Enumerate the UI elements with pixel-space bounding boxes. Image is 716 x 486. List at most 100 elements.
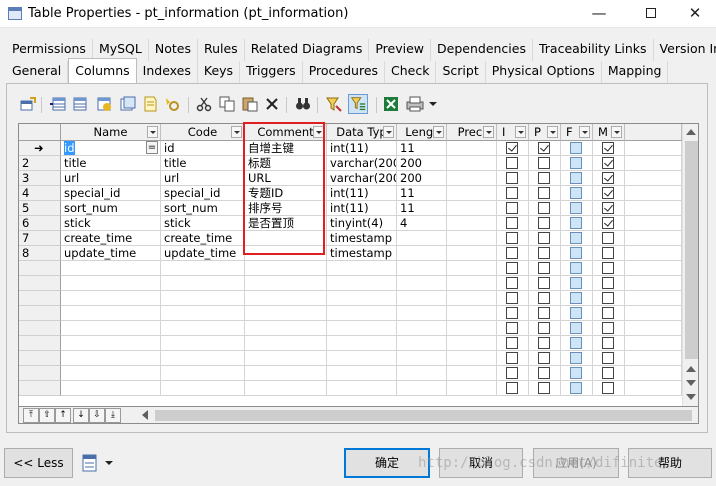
checkbox-f[interactable] — [570, 382, 582, 394]
cell-code[interactable]: special_id — [161, 186, 245, 201]
cell-precision[interactable] — [447, 231, 497, 246]
tab-rules[interactable]: Rules — [198, 39, 245, 61]
column-header-m[interactable]: M — [593, 124, 625, 141]
checkbox-p[interactable] — [538, 337, 550, 349]
row-header[interactable]: 4 — [19, 186, 61, 201]
customize-columns-icon[interactable] — [348, 94, 368, 114]
tab-preview[interactable]: Preview — [369, 39, 432, 61]
checkbox-p[interactable] — [538, 292, 550, 304]
vertical-scroll-thumb[interactable] — [685, 141, 698, 359]
tab-columns[interactable]: Columns — [68, 58, 137, 83]
move-top-button[interactable]: ⤒ — [23, 408, 39, 423]
checkbox-m[interactable] — [602, 172, 614, 184]
options-menu[interactable] — [82, 454, 114, 472]
apply-button[interactable]: 应用(A) — [533, 448, 619, 478]
grid-corner[interactable] — [19, 124, 61, 141]
properties-icon[interactable] — [20, 96, 36, 112]
close-button[interactable]: ✕ — [672, 0, 716, 28]
cell-precision[interactable] — [447, 246, 497, 261]
cell-name[interactable]: update_time — [61, 246, 161, 261]
cell-type[interactable]: varchar(200) — [327, 171, 397, 186]
checkbox-i[interactable] — [506, 307, 518, 319]
find-icon[interactable] — [295, 96, 311, 112]
chevron-down-icon[interactable] — [433, 126, 444, 138]
cell-comment[interactable]: 专题ID — [245, 186, 327, 201]
checkbox-i[interactable] — [506, 232, 518, 244]
cell-length[interactable]: 4 — [397, 216, 447, 231]
cell-name[interactable]: id = — [61, 141, 161, 156]
move-bottom-button[interactable]: ⤓ — [105, 408, 121, 423]
row-header[interactable] — [19, 381, 61, 396]
cell-name[interactable]: create_time — [61, 231, 161, 246]
checkbox-i[interactable] — [506, 157, 518, 169]
scroll-left-icon[interactable] — [142, 410, 148, 420]
cell-blank[interactable] — [625, 246, 682, 261]
checkbox-m[interactable] — [602, 352, 614, 364]
cell-comment[interactable]: 自增主键 — [245, 141, 327, 156]
row-header[interactable] — [19, 306, 61, 321]
ok-button[interactable]: 确定 — [344, 448, 430, 478]
checkbox-f[interactable] — [570, 262, 582, 274]
checkbox-p[interactable] — [538, 187, 550, 199]
less-button[interactable]: << Less — [4, 448, 73, 478]
reuse-icon[interactable] — [142, 96, 158, 112]
chevron-down-icon[interactable] — [383, 126, 394, 138]
cell-code[interactable]: id — [161, 141, 245, 156]
tab-version-info[interactable]: Version Info — [654, 39, 716, 61]
cell-name[interactable]: url — [61, 171, 161, 186]
replicate-icon[interactable] — [120, 96, 136, 112]
checkbox-m[interactable] — [602, 217, 614, 229]
checkbox-m[interactable] — [602, 382, 614, 394]
cell-name[interactable]: title — [61, 156, 161, 171]
cell-code[interactable]: stick — [161, 216, 245, 231]
row-header[interactable] — [19, 291, 61, 306]
cell-length[interactable]: 200 — [397, 171, 447, 186]
cell-precision[interactable] — [447, 201, 497, 216]
cell-blank[interactable] — [625, 186, 682, 201]
cell-comment[interactable]: 是否置顶 — [245, 216, 327, 231]
move-down-page-button[interactable]: ⇩ — [89, 408, 105, 423]
row-header[interactable] — [19, 336, 61, 351]
cell-precision[interactable] — [447, 186, 497, 201]
checkbox-p[interactable] — [538, 247, 550, 259]
checkbox-m[interactable] — [602, 307, 614, 319]
row-header[interactable]: 8 — [19, 246, 61, 261]
tab-dependencies[interactable]: Dependencies — [431, 39, 533, 61]
chevron-down-icon[interactable] — [515, 126, 526, 138]
cell-length[interactable] — [397, 246, 447, 261]
checkbox-p[interactable] — [538, 232, 550, 244]
cell-blank[interactable] — [625, 156, 682, 171]
tab-traceability-links[interactable]: Traceability Links — [533, 39, 654, 61]
tab-related-diagrams[interactable]: Related Diagrams — [245, 39, 370, 61]
checkbox-m[interactable] — [602, 337, 614, 349]
print-dropdown-icon[interactable] — [428, 96, 438, 112]
checkbox-m[interactable] — [602, 232, 614, 244]
checkbox-f[interactable] — [570, 202, 582, 214]
checkbox-m[interactable] — [602, 292, 614, 304]
name-edit-input[interactable]: id — [64, 141, 75, 155]
cell-length[interactable]: 11 — [397, 201, 447, 216]
horizontal-scroll-thumb[interactable] — [155, 410, 692, 421]
checkbox-f[interactable] — [570, 247, 582, 259]
chevron-down-icon[interactable] — [547, 126, 558, 138]
checkbox-f[interactable] — [570, 352, 582, 364]
checkbox-p[interactable] — [538, 382, 550, 394]
cell-name[interactable]: stick — [61, 216, 161, 231]
column-header-comment[interactable]: Comment — [245, 124, 327, 141]
checkbox-m[interactable] — [602, 202, 614, 214]
checkbox-i[interactable] — [506, 217, 518, 229]
scroll-up-icon[interactable] — [686, 366, 696, 372]
checkbox-p[interactable] — [538, 352, 550, 364]
row-header[interactable]: 2 — [19, 156, 61, 171]
find-key-icon[interactable] — [164, 96, 180, 112]
checkbox-f[interactable] — [570, 307, 582, 319]
cell-blank[interactable] — [625, 171, 682, 186]
tab-procedures[interactable]: Procedures — [303, 61, 386, 83]
checkbox-i[interactable] — [506, 322, 518, 334]
row-header[interactable]: ➜ — [19, 141, 61, 156]
checkbox-p[interactable] — [538, 262, 550, 274]
checkbox-i[interactable] — [506, 277, 518, 289]
row-header[interactable] — [19, 366, 61, 381]
checkbox-i[interactable] — [506, 142, 518, 154]
cell-length[interactable]: 200 — [397, 156, 447, 171]
